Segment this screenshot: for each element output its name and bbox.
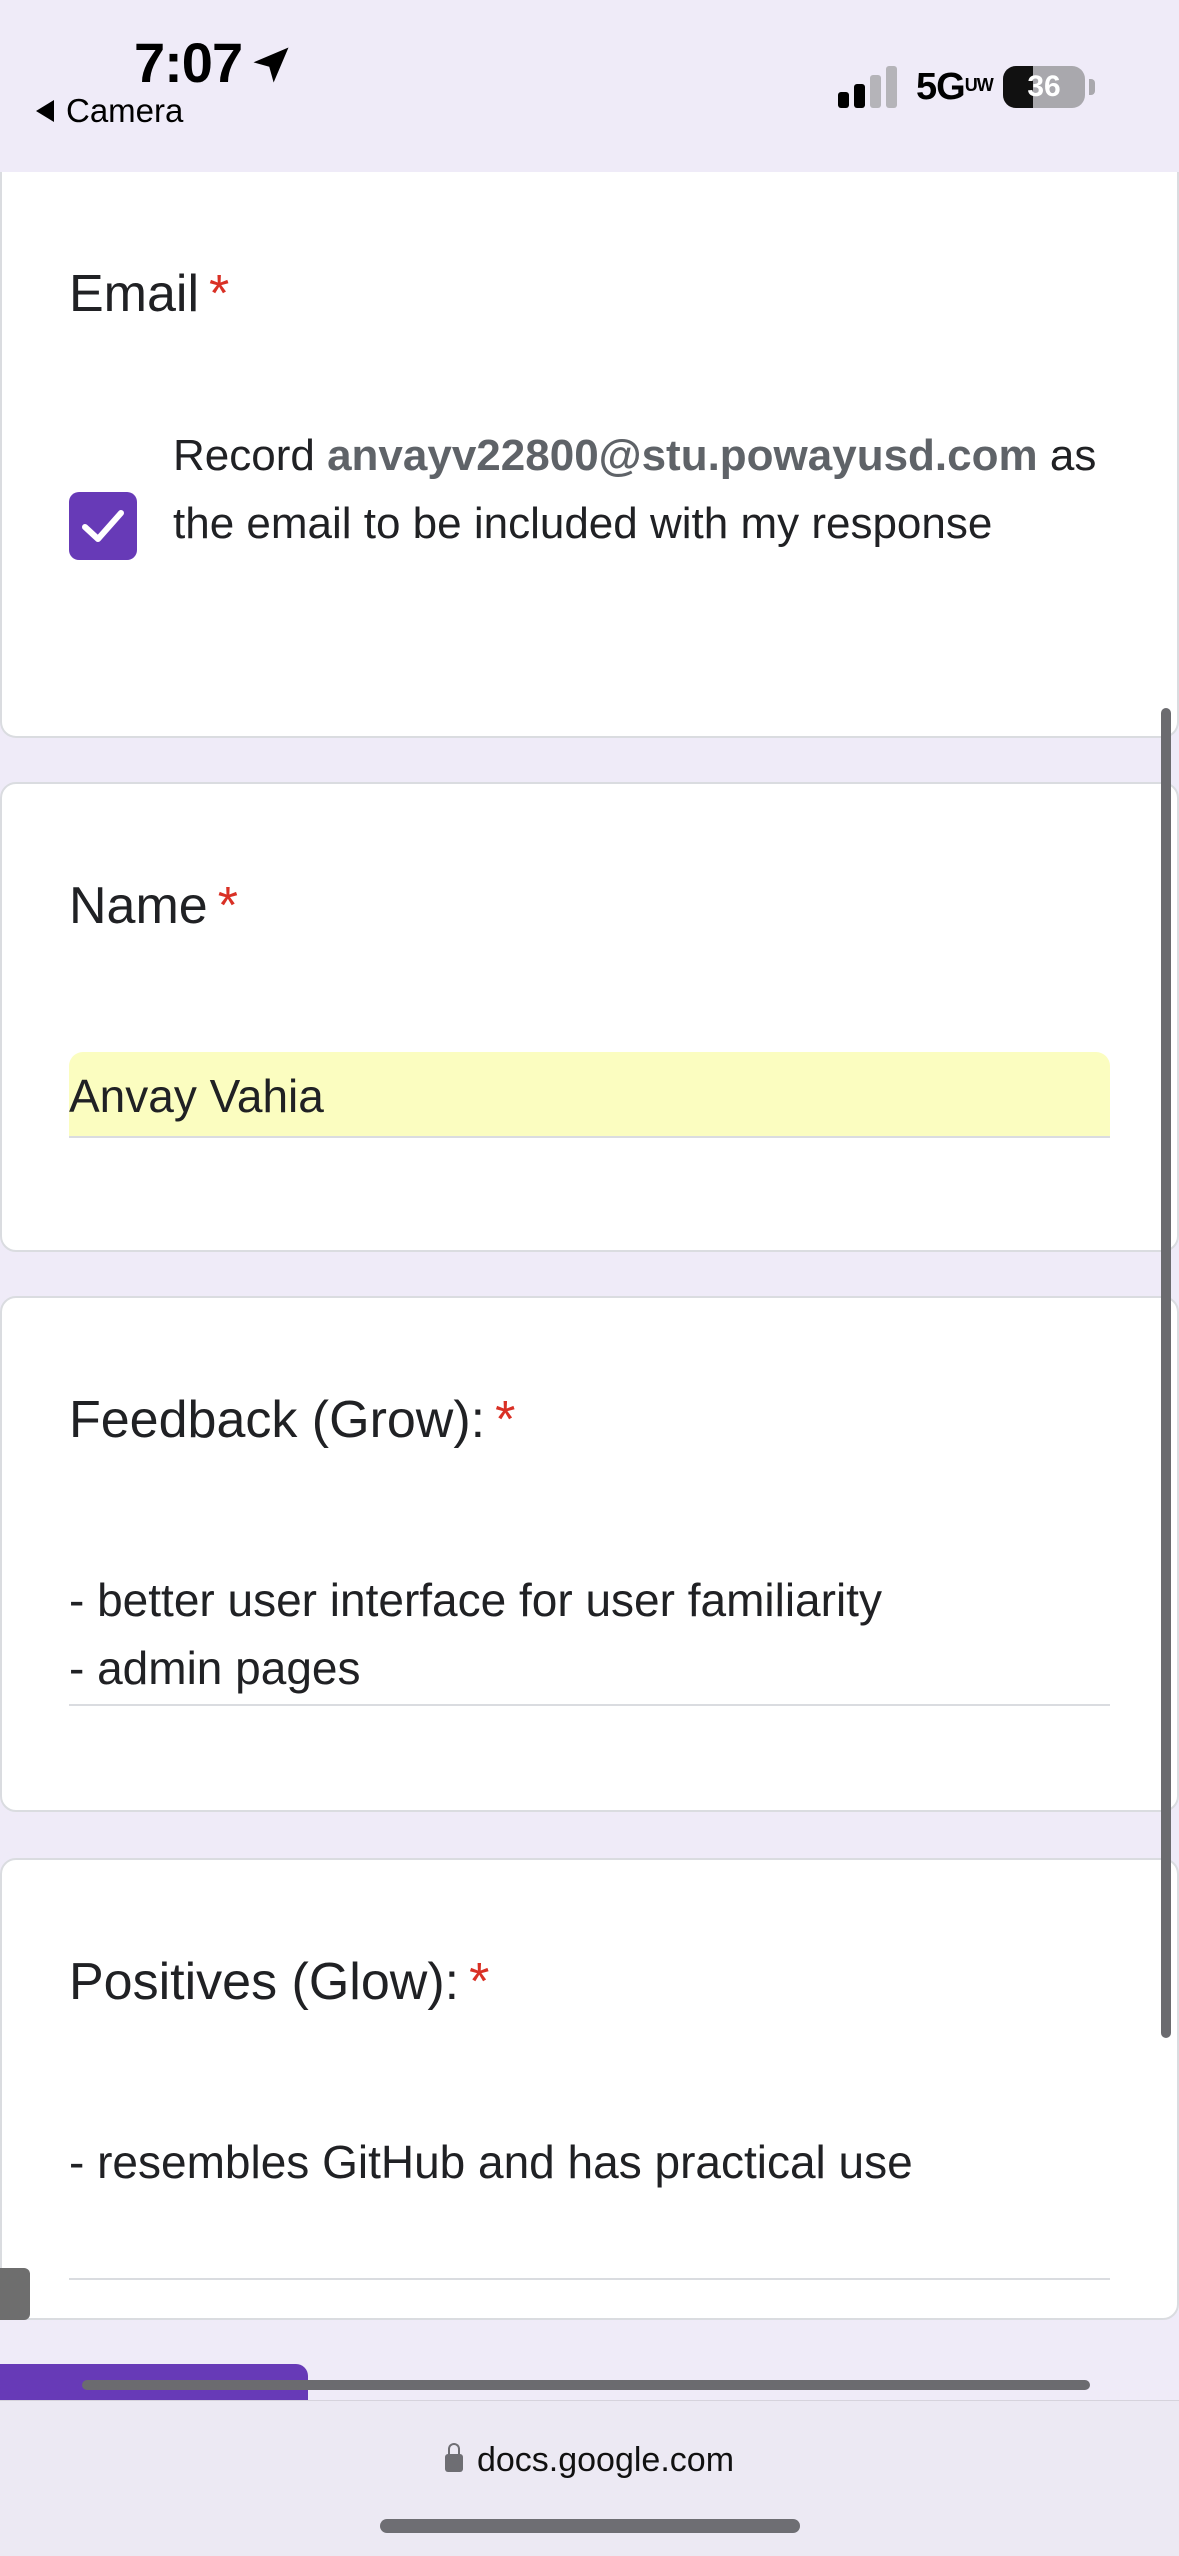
name-question-title: Name * xyxy=(69,876,238,936)
respondent-email: anvayv22800@stu.powayusd.com xyxy=(327,431,1038,480)
email-question-title: Email * xyxy=(69,264,229,324)
clock-time: 7:07 xyxy=(134,31,243,94)
required-asterisk: * xyxy=(469,1953,490,2011)
glow-title-text: Positives (Glow): xyxy=(69,1953,460,2011)
grow-title-text: Feedback (Grow): xyxy=(69,1391,486,1449)
record-email-checkbox[interactable] xyxy=(69,492,137,560)
network-label: 5G xyxy=(916,66,966,108)
battery-percent: 36 xyxy=(1027,70,1061,103)
side-handle[interactable] xyxy=(0,2268,30,2320)
required-asterisk: * xyxy=(495,1391,516,1449)
glow-textarea[interactable]: - resembles GitHub and has practical use xyxy=(69,2128,1110,2280)
status-bar: 7:07 Camera 5GUW 36 xyxy=(0,0,1179,176)
back-app-label: Camera xyxy=(66,92,184,129)
grow-question-card: Feedback (Grow): * - better user interfac… xyxy=(0,1296,1179,1812)
grow-question-title: Feedback (Grow): * xyxy=(69,1390,515,1450)
url-text: docs.google.com xyxy=(476,2441,735,2479)
back-to-app-button[interactable]: Camera xyxy=(36,92,183,130)
name-question-card: Name * Anvay Vahia xyxy=(0,782,1179,1252)
horizontal-scrollbar[interactable] xyxy=(82,2380,1090,2390)
grow-textarea[interactable]: - better user interface for user familia… xyxy=(69,1566,1110,1706)
battery-nub xyxy=(1089,79,1095,95)
record-prefix: Record xyxy=(173,431,328,480)
name-input[interactable]: Anvay Vahia xyxy=(69,1052,1110,1138)
network-superscript: UW xyxy=(964,75,994,95)
browser-address-bar[interactable]: docs.google.com xyxy=(0,2400,1179,2556)
back-arrow-icon xyxy=(36,100,54,122)
network-type: 5GUW xyxy=(916,66,994,109)
grow-textarea-value: - better user interface for user familia… xyxy=(69,1574,882,1694)
url-display[interactable]: docs.google.com xyxy=(0,2441,1179,2480)
vertical-scrollbar[interactable] xyxy=(1161,708,1171,2038)
record-email-label: Record anvayv22800@stu.powayusd.com as t… xyxy=(173,422,1133,558)
email-question-card: Email * Record anvayv22800@stu.powayusd.c… xyxy=(0,172,1179,738)
battery-icon: 36 xyxy=(1003,66,1085,108)
page: 7:07 Camera 5GUW 36 Email * Record anvay… xyxy=(0,0,1179,2556)
glow-question-card: Positives (Glow): * - resembles GitHub an… xyxy=(0,1858,1179,2320)
email-title-text: Email xyxy=(69,265,200,323)
checkmark-icon xyxy=(82,510,124,542)
glow-textarea-value: - resembles GitHub and has practical use xyxy=(69,2136,913,2188)
required-asterisk: * xyxy=(217,877,238,935)
name-title-text: Name xyxy=(69,877,208,935)
location-arrow-icon xyxy=(253,47,289,83)
name-input-value: Anvay Vahia xyxy=(69,1070,324,1122)
cellular-signal-icon xyxy=(838,66,897,108)
home-indicator[interactable] xyxy=(380,2519,800,2533)
required-asterisk: * xyxy=(209,265,230,323)
lock-icon xyxy=(444,2443,463,2472)
glow-question-title: Positives (Glow): * xyxy=(69,1952,489,2012)
